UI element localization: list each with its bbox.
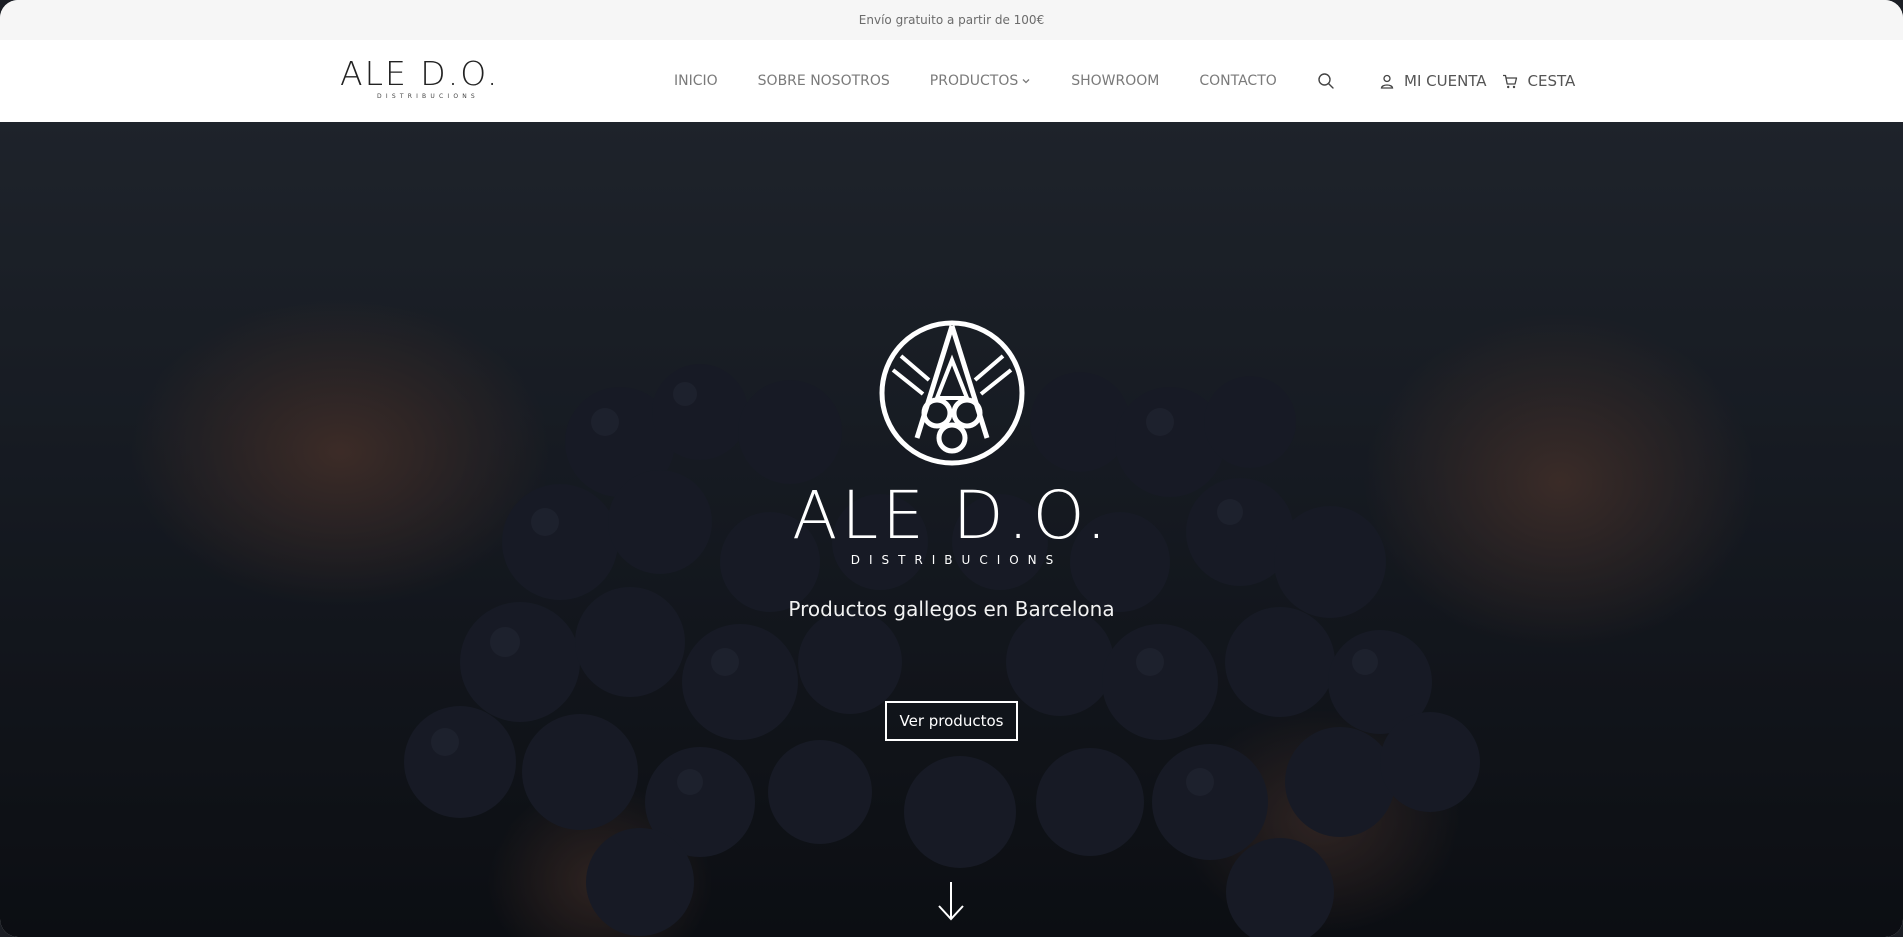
- header-actions: MI CUENTA CESTA: [1316, 40, 1575, 122]
- hero-wordmark-subtitle: DISTRIBUCIONS: [850, 553, 1063, 567]
- hero-section: ALE D.O. DISTRIBUCIONS Productos gallego…: [0, 122, 1903, 937]
- search-icon: [1318, 73, 1334, 89]
- arrow-down-icon[interactable]: [936, 880, 966, 922]
- nav-item-label: CONTACTO: [1199, 73, 1277, 89]
- logo-subtitle: DISTRIBUCIONS: [377, 93, 479, 100]
- hero-wordmark: ALE D.O.: [792, 477, 1111, 554]
- nav-item-productos[interactable]: PRODUCTOS: [930, 73, 1031, 89]
- nav-item-showroom[interactable]: SHOWROOM: [1071, 73, 1159, 89]
- page: Envío gratuito a partir de 100€ ALE D.O.…: [0, 0, 1903, 937]
- view-products-button[interactable]: Ver productos: [885, 701, 1018, 741]
- nav-item-inicio[interactable]: INICIO: [674, 73, 718, 89]
- search-button[interactable]: [1316, 71, 1336, 91]
- cart-link[interactable]: CESTA: [1502, 72, 1576, 90]
- main-nav: INICIO SOBRE NOSOTROS PRODUCTOS SHOWROOM…: [674, 40, 1277, 122]
- account-label: MI CUENTA: [1404, 72, 1487, 90]
- announcement-bar: Envío gratuito a partir de 100€: [0, 0, 1903, 40]
- nav-item-contacto[interactable]: CONTACTO: [1199, 73, 1276, 89]
- cart-label: CESTA: [1527, 72, 1576, 90]
- hero-tagline: Productos gallegos en Barcelona: [788, 597, 1115, 621]
- site-header: ALE D.O. DISTRIBUCIONS INICIO SOBRE NOSO…: [0, 40, 1903, 122]
- grape-emblem-icon: [879, 320, 1025, 466]
- account-link[interactable]: MI CUENTA: [1380, 72, 1487, 90]
- chevron-down-icon: [1022, 79, 1030, 84]
- hero-brand: ALE D.O. DISTRIBUCIONS: [740, 477, 1163, 567]
- nav-item-sobre-nosotros[interactable]: SOBRE NOSOTROS: [758, 73, 890, 89]
- logo-wordmark: ALE D.O.: [340, 54, 500, 93]
- user-icon: [1380, 74, 1394, 89]
- nav-item-label: SOBRE NOSOTROS: [757, 73, 890, 89]
- site-logo[interactable]: ALE D.O. DISTRIBUCIONS: [340, 57, 502, 105]
- nav-item-label: SHOWROOM: [1071, 73, 1160, 89]
- nav-item-label: PRODUCTOS: [929, 73, 1019, 89]
- nav-item-label: INICIO: [674, 73, 718, 89]
- announcement-text: Envío gratuito a partir de 100€: [858, 13, 1045, 27]
- cart-icon: [1502, 74, 1517, 88]
